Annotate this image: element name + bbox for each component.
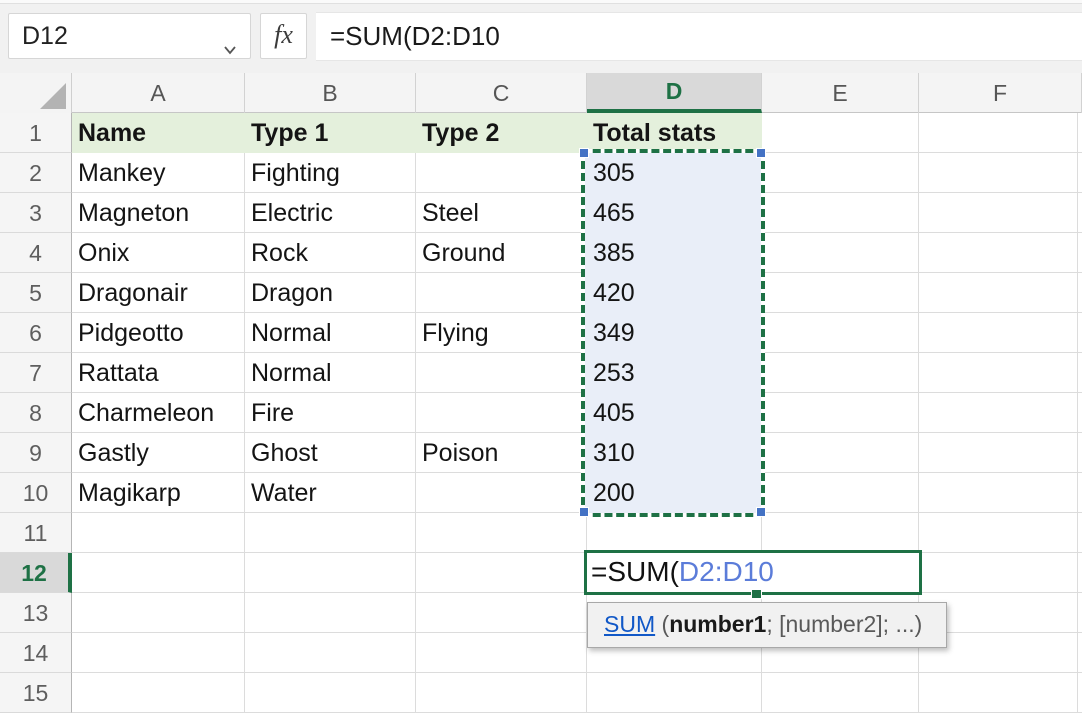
sum-function-link[interactable]: SUM: [604, 611, 655, 637]
row-header-2[interactable]: 2: [0, 153, 72, 193]
cell-B10[interactable]: Water: [251, 473, 414, 513]
formula-range-reference: D2:D10: [679, 556, 774, 587]
row-header-10[interactable]: 10: [0, 473, 72, 513]
cell-C6[interactable]: Flying: [422, 313, 585, 353]
column-header-A[interactable]: A: [72, 73, 245, 113]
select-all-corner[interactable]: [0, 73, 72, 113]
name-box-value: D12: [22, 22, 68, 50]
row-header-9[interactable]: 9: [0, 433, 72, 473]
cell-B3[interactable]: Electric: [251, 193, 414, 233]
cell-B7[interactable]: Normal: [251, 353, 414, 393]
cell-C9[interactable]: Poison: [422, 433, 585, 473]
cell-A6[interactable]: Pidgeotto: [78, 313, 243, 353]
column-header-E[interactable]: E: [762, 73, 919, 113]
cell-C1[interactable]: Type 2: [422, 113, 585, 153]
tooltip-open-paren: (: [655, 611, 669, 637]
cell-D8[interactable]: 405: [593, 393, 760, 433]
cell-B8[interactable]: Fire: [251, 393, 414, 433]
cell-D9[interactable]: 310: [593, 433, 760, 473]
cell-D4[interactable]: 385: [593, 233, 760, 273]
cell-A2[interactable]: Mankey: [78, 153, 243, 193]
cell-A10[interactable]: Magikarp: [78, 473, 243, 513]
column-header-D[interactable]: D: [587, 73, 762, 113]
row-header-5[interactable]: 5: [0, 273, 72, 313]
row-header-11[interactable]: 11: [0, 513, 72, 553]
chevron-down-icon[interactable]: [222, 28, 238, 44]
cell-D6[interactable]: 349: [593, 313, 760, 353]
row-header-15[interactable]: 15: [0, 673, 72, 713]
cell-D5[interactable]: 420: [593, 273, 760, 313]
selection-handle-bottom-left[interactable]: [579, 507, 589, 517]
row-header-8[interactable]: 8: [0, 393, 72, 433]
vertical-gridline: [415, 113, 416, 713]
formula-input[interactable]: =SUM(D2:D10: [316, 12, 1082, 61]
function-hint-tooltip: SUM (number1; [number2]; ...): [587, 602, 947, 648]
cell-B4[interactable]: Rock: [251, 233, 414, 273]
toolbar-divider: [0, 3, 1082, 4]
spreadsheet-window: D12 fx =SUM(D2:D10 ABCDEF 12345678910111…: [0, 0, 1082, 714]
cell-A3[interactable]: Magneton: [78, 193, 243, 233]
cell-A8[interactable]: Charmeleon: [78, 393, 243, 433]
cell-A9[interactable]: Gastly: [78, 433, 243, 473]
cell-A4[interactable]: Onix: [78, 233, 243, 273]
cell-B2[interactable]: Fighting: [251, 153, 414, 193]
cell-C3[interactable]: Steel: [422, 193, 585, 233]
row-header-13[interactable]: 13: [0, 593, 72, 633]
cell-C4[interactable]: Ground: [422, 233, 585, 273]
selection-handle-top-right[interactable]: [756, 148, 766, 158]
cell-B1[interactable]: Type 1: [251, 113, 414, 153]
column-header-C[interactable]: C: [416, 73, 587, 113]
cell-A7[interactable]: Rattata: [78, 353, 243, 393]
cell-D7[interactable]: 253: [593, 353, 760, 393]
cell-B9[interactable]: Ghost: [251, 433, 414, 473]
cell-D10[interactable]: 200: [593, 473, 760, 513]
column-header-F[interactable]: F: [919, 73, 1082, 113]
fx-icon[interactable]: fx: [260, 13, 307, 59]
cell-A1[interactable]: Name: [78, 113, 243, 153]
cell-D2[interactable]: 305: [593, 153, 760, 193]
row-header-7[interactable]: 7: [0, 353, 72, 393]
formula-toolbar: D12 fx =SUM(D2:D10: [0, 0, 1082, 73]
formula-text: =SUM(: [591, 556, 679, 587]
selection-handle-bottom-right[interactable]: [756, 507, 766, 517]
row-header-4[interactable]: 4: [0, 233, 72, 273]
cell-B5[interactable]: Dragon: [251, 273, 414, 313]
cell-A5[interactable]: Dragonair: [78, 273, 243, 313]
name-box[interactable]: D12: [8, 13, 251, 59]
selection-handle-top-left[interactable]: [579, 148, 589, 158]
tooltip-rest: ; [number2]; ...): [766, 611, 922, 637]
column-header-B[interactable]: B: [245, 73, 416, 113]
row-header-6[interactable]: 6: [0, 313, 72, 353]
cell-D1[interactable]: Total stats: [593, 113, 760, 153]
cell-B6[interactable]: Normal: [251, 313, 414, 353]
horizontal-gridline: [72, 552, 1082, 553]
cell-D3[interactable]: 465: [593, 193, 760, 233]
horizontal-gridline: [72, 712, 1082, 713]
row-header-12[interactable]: 12: [0, 553, 72, 593]
select-all-triangle-icon: [40, 83, 66, 109]
row-header-1[interactable]: 1: [0, 113, 72, 153]
vertical-gridline: [1077, 113, 1078, 713]
vertical-gridline: [244, 113, 245, 713]
tooltip-arg1: number1: [669, 611, 766, 637]
row-header-3[interactable]: 3: [0, 193, 72, 233]
fill-handle[interactable]: [751, 589, 762, 599]
row-header-14[interactable]: 14: [0, 633, 72, 673]
horizontal-gridline: [72, 672, 1082, 673]
horizontal-gridline: [72, 592, 1082, 593]
